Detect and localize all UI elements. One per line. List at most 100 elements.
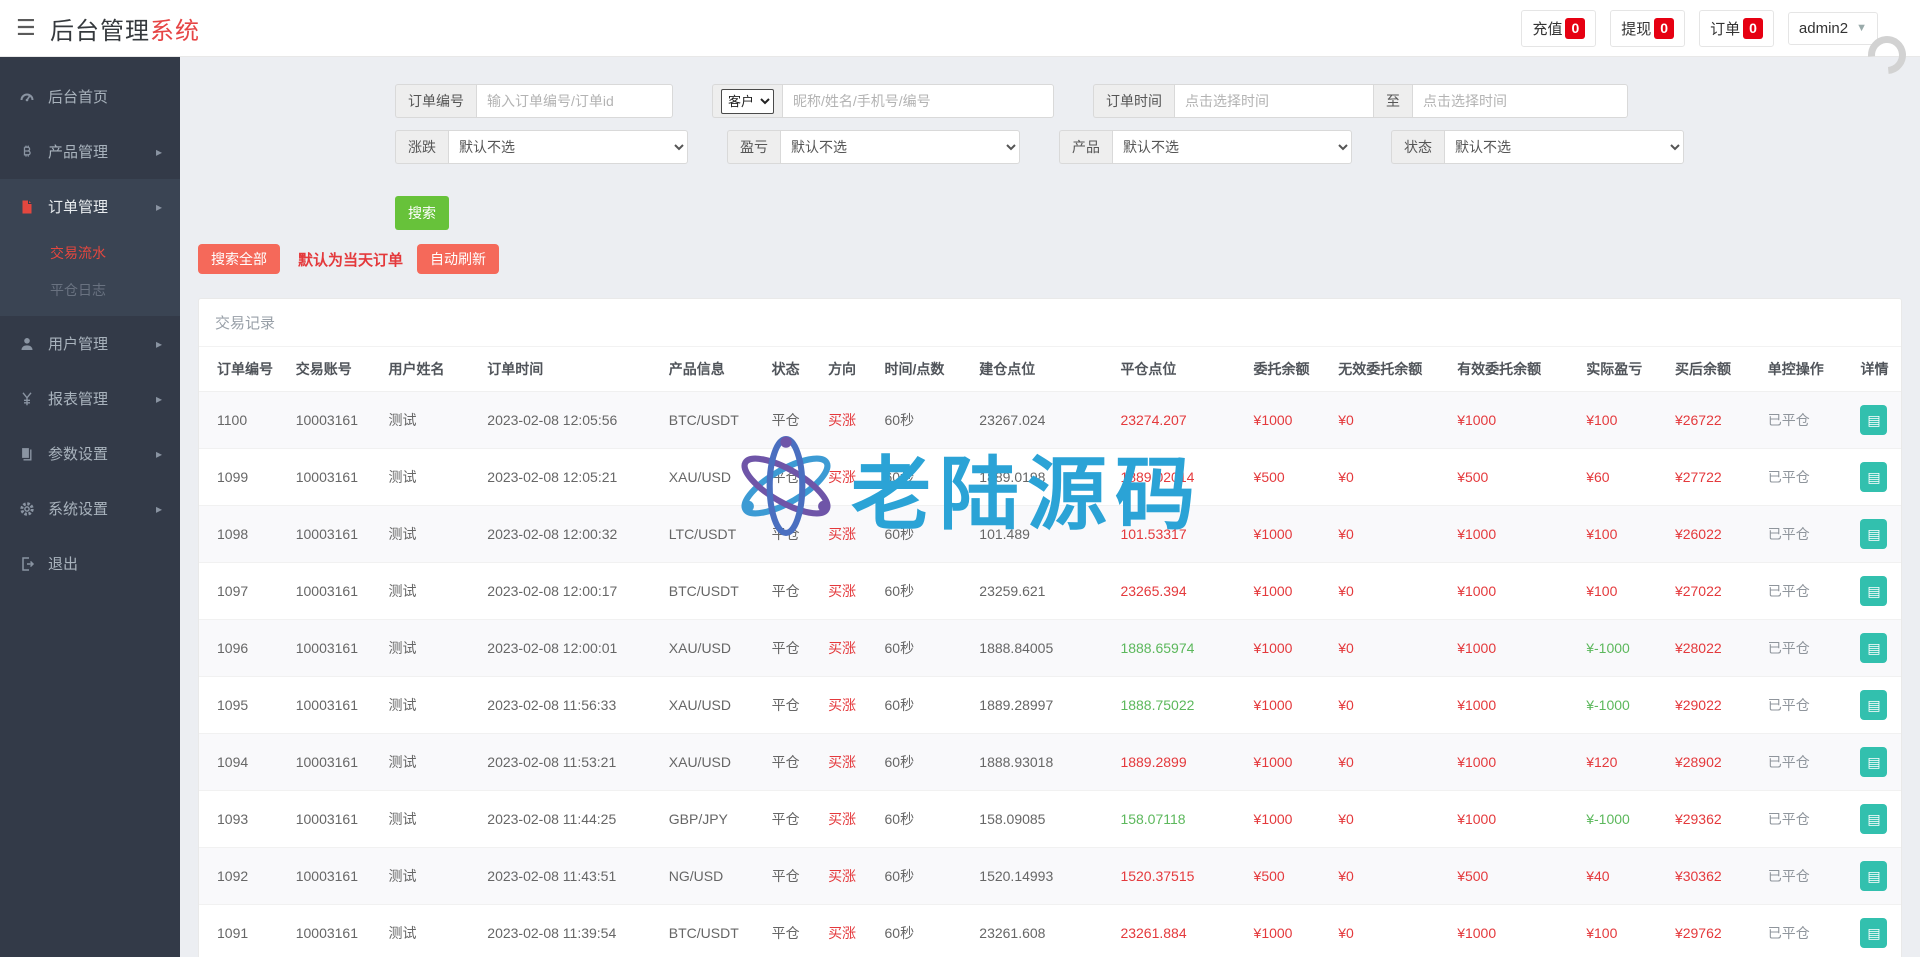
cell-after: ¥28902 [1674, 754, 1722, 770]
cell-close: 101.53317 [1120, 526, 1187, 542]
filter-select[interactable]: 默认不选 [1444, 130, 1684, 164]
detail-button[interactable]: ▤ [1860, 633, 1888, 663]
filter-row-2: 涨跌 默认不选 盈亏 默认不选 产品 默认不选 状态 默认不选 [395, 130, 1902, 164]
order-no-input[interactable] [476, 84, 673, 118]
column-header: 交易账号 [287, 347, 381, 392]
detail-button[interactable]: ▤ [1860, 576, 1888, 606]
cell-after: ¥27722 [1674, 469, 1722, 485]
sidebar-item-system[interactable]: 系统设置 ▸ [0, 481, 180, 536]
cell-duration: 60秒 [884, 754, 915, 770]
cell-entrust: ¥1000 [1253, 412, 1293, 428]
detail-button[interactable]: ▤ [1860, 861, 1888, 891]
detail-button[interactable]: ▤ [1860, 804, 1888, 834]
cell-no: 1095 [217, 697, 249, 713]
cell-open: 1889.0198 [979, 469, 1046, 485]
sidebar-subitem-close-log[interactable]: 平仓日志 [0, 271, 180, 308]
navbar-actions: 充值 0 提现 0 订单 0 admin2 ▼ [1521, 9, 1904, 47]
cell-valid: ¥500 [1457, 469, 1489, 485]
trade-records-panel: 交易记录 订单编号 交易账号 用户姓名 订单时间 产品信息 状态 方向 时间/点数 建仓点位 平仓… [198, 298, 1902, 957]
sidebar-item-home[interactable]: 后台首页 [0, 69, 180, 124]
cell-account: 10003161 [295, 583, 359, 599]
cell-time: 2023-02-08 11:53:21 [487, 754, 617, 770]
cell-time: 2023-02-08 11:56:33 [487, 697, 617, 713]
sidebar-item-orders[interactable]: 订单管理 ▸ [0, 179, 180, 234]
user-menu[interactable]: admin2 ▼ [1787, 11, 1878, 45]
detail-button[interactable]: ▤ [1860, 918, 1888, 948]
column-header: 买后余额 [1666, 347, 1760, 392]
nav-stat-button[interactable]: 提现 0 [1610, 9, 1686, 47]
logout-icon [18, 555, 36, 573]
cell-profit: ¥60 [1586, 469, 1610, 485]
cell-no: 1091 [217, 925, 249, 941]
filter-select[interactable]: 默认不选 [780, 130, 1020, 164]
cell-profit: ¥-1000 [1586, 697, 1630, 713]
filter-select-group-盈亏: 盈亏 默认不选 [727, 130, 1020, 164]
filter-select[interactable]: 默认不选 [448, 130, 688, 164]
cell-control: 已平仓 [1767, 583, 1810, 599]
cell-after: ¥30362 [1674, 868, 1722, 884]
cell-after: ¥28022 [1674, 640, 1722, 656]
filter-select-group-产品: 产品 默认不选 [1059, 130, 1352, 164]
sidebar-subitem-trade-flow[interactable]: 交易流水 [0, 234, 180, 271]
cell-invalid: ¥0 [1338, 412, 1354, 428]
cell-account: 10003161 [295, 925, 359, 941]
cell-direction: 买涨 [828, 697, 857, 713]
filter-select[interactable]: 默认不选 [1112, 130, 1352, 164]
cell-status: 平仓 [771, 868, 800, 884]
search-all-button[interactable]: 搜索全部 [198, 244, 280, 274]
cell-account: 10003161 [295, 469, 359, 485]
cell-status: 平仓 [771, 469, 800, 485]
cell-direction: 买涨 [828, 640, 857, 656]
cell-status: 平仓 [771, 697, 800, 713]
sidebar-item-reports[interactable]: 报表管理 ▸ [0, 371, 180, 426]
cell-product: XAU/USD [668, 469, 731, 485]
cell-invalid: ¥0 [1338, 925, 1354, 941]
cell-duration: 60秒 [884, 868, 915, 884]
nav-stat-button[interactable]: 充值 0 [1521, 9, 1597, 47]
order-time-label: 订单时间 [1093, 84, 1174, 118]
table-row: 1098 10003161 测试 2023-02-08 12:00:32 LTC/USD… [199, 505, 1901, 563]
cell-after: ¥27022 [1674, 583, 1722, 599]
sidebar-item-users[interactable]: 用户管理 ▸ [0, 316, 180, 371]
cell-account: 10003161 [295, 697, 359, 713]
sidebar-item-params[interactable]: 参数设置 ▸ [0, 426, 180, 481]
column-header: 状态 [763, 347, 821, 392]
cell-entrust: ¥500 [1253, 868, 1285, 884]
customer-type-select[interactable]: 客户 [721, 88, 774, 114]
chevron-right-icon: ▸ [155, 446, 162, 461]
cell-no: 1092 [217, 868, 249, 884]
cell-product: BTC/USDT [668, 925, 739, 941]
chevron-right-icon: ▸ [155, 199, 162, 214]
count-badge: 0 [1565, 17, 1586, 39]
chevron-right-icon: ▸ [155, 391, 162, 406]
sidebar-item-logout[interactable]: 退出 [0, 536, 180, 591]
cell-close: 1520.37515 [1120, 868, 1195, 884]
cell-product: LTC/USDT [668, 526, 737, 542]
main-content: 订单编号 客户 订单时间 至 [180, 57, 1920, 957]
time-from-input[interactable] [1174, 84, 1374, 118]
sidebar-item-products[interactable]: 产品管理 ▸ [0, 124, 180, 179]
detail-button[interactable]: ▤ [1860, 690, 1888, 720]
cell-product: XAU/USD [668, 697, 731, 713]
time-to-input[interactable] [1412, 84, 1628, 118]
panel-title: 交易记录 [199, 299, 1901, 347]
cell-after: ¥29362 [1674, 811, 1722, 827]
cell-no: 1093 [217, 811, 249, 827]
detail-button[interactable]: ▤ [1860, 747, 1888, 777]
auto-refresh-button[interactable]: 自动刷新 [417, 244, 500, 274]
cell-status: 平仓 [771, 925, 800, 941]
detail-button[interactable]: ▤ [1860, 519, 1888, 549]
detail-button[interactable]: ▤ [1860, 405, 1888, 435]
customer-input[interactable] [782, 84, 1054, 118]
search-button[interactable]: 搜索 [395, 196, 449, 230]
cell-valid: ¥500 [1457, 868, 1489, 884]
table-header-row: 订单编号 交易账号 用户姓名 订单时间 产品信息 状态 方向 时间/点数 建仓点位 平仓点位 委托余… [199, 347, 1901, 392]
detail-button[interactable]: ▤ [1860, 462, 1888, 492]
cell-entrust: ¥1000 [1253, 640, 1293, 656]
cell-time: 2023-02-08 12:00:01 [487, 640, 618, 656]
cell-invalid: ¥0 [1338, 868, 1354, 884]
app-title: 后台管理系统 [50, 11, 200, 46]
hamburger-menu-icon[interactable]: ☰ [16, 15, 50, 41]
time-filter: 订单时间 至 [1093, 84, 1628, 118]
nav-stat-button[interactable]: 订单 0 [1699, 9, 1774, 47]
